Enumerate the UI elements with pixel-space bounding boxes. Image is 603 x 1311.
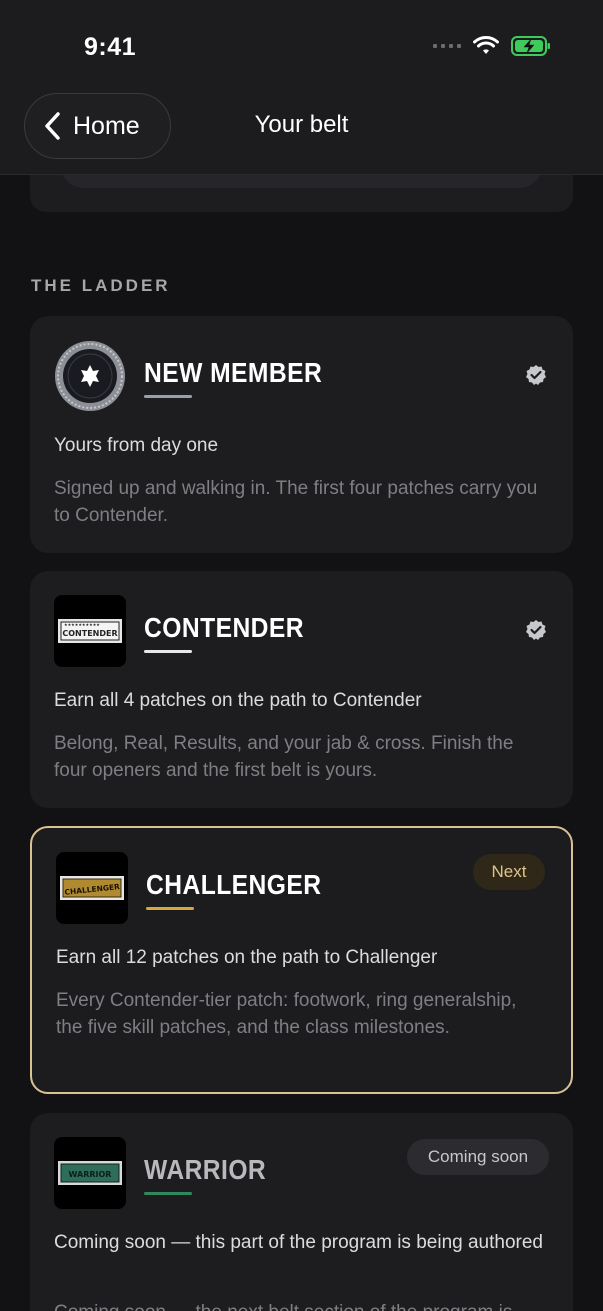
status-icons — [433, 36, 551, 56]
belt-name: CHALLENGER — [146, 869, 322, 900]
belt-color-bar — [144, 395, 192, 398]
next-badge: Next — [473, 854, 545, 890]
wifi-icon — [473, 36, 499, 54]
belt-name: NEW MEMBER — [144, 357, 323, 388]
belt-name: CONTENDER — [144, 612, 305, 643]
belt-card-contender[interactable]: ★★★★★★★★★★ CONTENDER CONTENDER Earn all … — [30, 571, 573, 808]
belt-card-challenger[interactable]: CHALLENGER CHALLENGER Next Earn all 12 p… — [30, 826, 573, 1094]
belt-description: Every Contender-tier patch: footwork, ri… — [56, 990, 517, 1038]
new-member-badge-icon — [55, 341, 125, 411]
belt-card-new-member[interactable]: NEW MEMBER Yours from day one Signed up … — [30, 316, 573, 553]
belt-color-bar — [144, 650, 192, 653]
belt-requirement: Yours from day one — [54, 435, 219, 456]
battery-charging-icon — [511, 36, 550, 56]
cellular-signal-icon — [433, 44, 461, 48]
verified-check-icon — [526, 365, 546, 385]
page-title: Your belt — [254, 111, 349, 138]
belt-color-bar — [144, 1192, 192, 1195]
svg-text:★★★★★★★★★★: ★★★★★★★★★★ — [64, 622, 100, 627]
belt-requirement: Coming soon — this part of the program i… — [54, 1232, 543, 1253]
navigation-bar: 9:41 Home Your belt — [0, 0, 603, 175]
belt-card-warrior[interactable]: WARRIOR WARRIOR Coming soon Coming soon … — [30, 1113, 573, 1311]
belt-description: Belong, Real, Results, and your jab & cr… — [54, 733, 514, 781]
section-label: THE LADDER — [31, 276, 171, 295]
belt-name: WARRIOR — [144, 1154, 267, 1185]
contender-belt-badge-icon: ★★★★★★★★★★ CONTENDER — [54, 595, 126, 667]
belt-description: Signed up and walking in. The first four… — [54, 478, 538, 526]
contender-badge-text: CONTENDER — [62, 629, 117, 638]
belt-requirement: Earn all 12 patches on the path to Chall… — [56, 947, 438, 968]
belt-description: Coming soon — the next belt section of t… — [54, 1299, 543, 1311]
belt-color-bar — [146, 907, 194, 910]
status-time: 9:41 — [84, 33, 137, 61]
verified-check-icon — [526, 620, 546, 640]
challenger-belt-badge-icon: CHALLENGER — [56, 852, 128, 924]
warrior-belt-badge-icon: WARRIOR — [54, 1137, 126, 1209]
belt-requirement: Earn all 4 patches on the path to Conten… — [54, 690, 422, 711]
coming-soon-badge: Coming soon — [407, 1139, 549, 1175]
warrior-badge-text: WARRIOR — [69, 1170, 112, 1179]
